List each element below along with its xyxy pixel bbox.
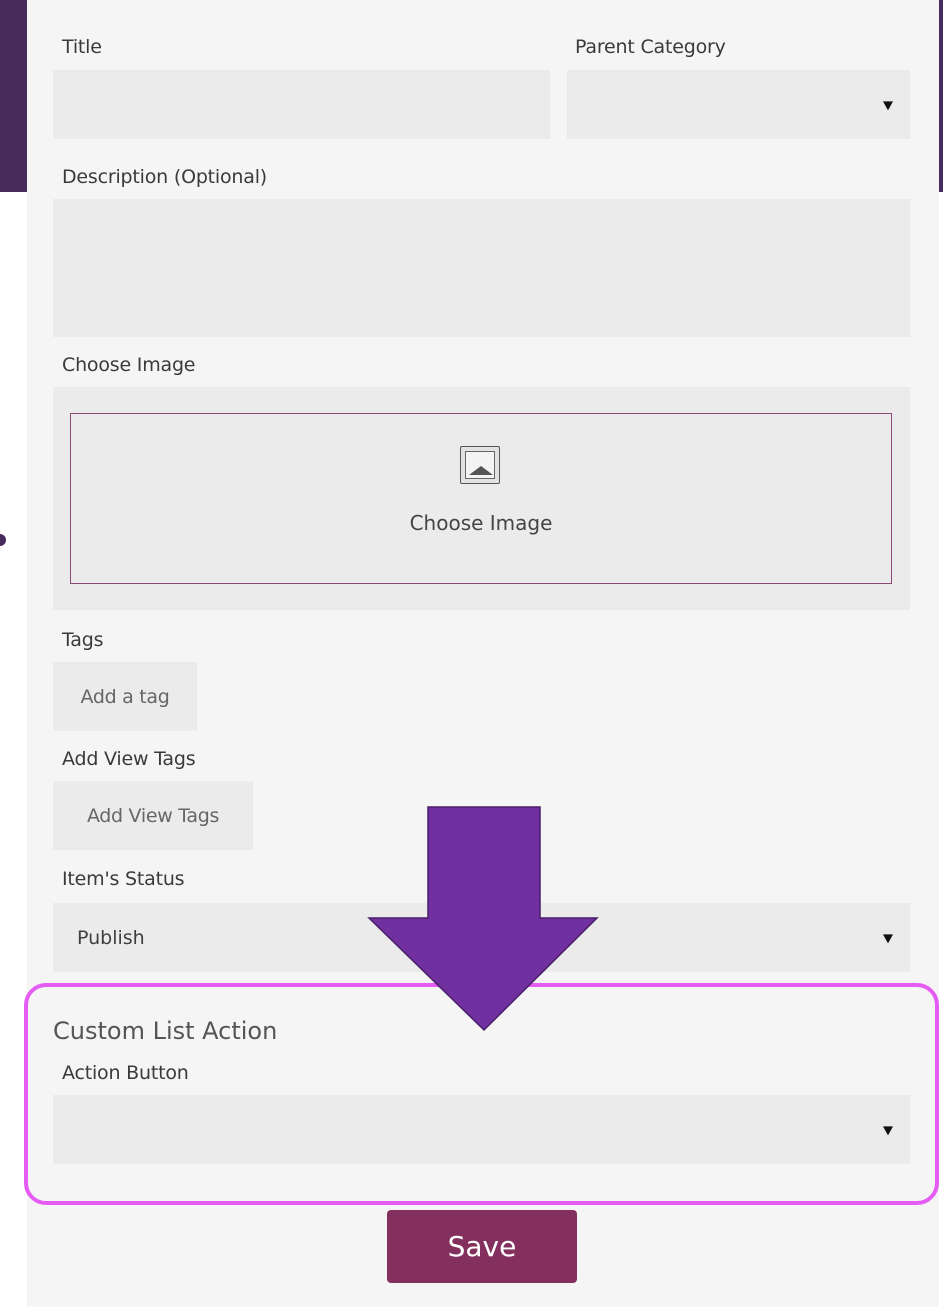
title-input[interactable] <box>53 70 550 139</box>
action-button-select[interactable] <box>53 1095 910 1164</box>
status-label: Item's Status <box>62 868 185 890</box>
add-view-tags-input[interactable]: Add View Tags <box>53 781 253 850</box>
title-label: Title <box>62 36 102 58</box>
save-button[interactable]: Save <box>387 1210 577 1283</box>
parent-category-select[interactable] <box>567 70 910 139</box>
description-label: Description (Optional) <box>62 166 268 188</box>
background-edge-dot <box>0 534 6 546</box>
status-value: Publish <box>77 926 145 949</box>
tags-label: Tags <box>62 629 104 651</box>
caret-down-icon <box>883 1125 893 1135</box>
choose-image-label: Choose Image <box>62 354 196 376</box>
action-button-label: Action Button <box>62 1062 189 1084</box>
description-textarea[interactable] <box>53 199 910 337</box>
choose-image-caption: Choose Image <box>409 511 553 535</box>
caret-down-icon <box>883 933 893 943</box>
custom-list-action-heading: Custom List Action <box>53 1017 278 1045</box>
parent-category-label: Parent Category <box>575 36 726 58</box>
add-tag-input[interactable]: Add a tag <box>53 662 197 731</box>
choose-image-button[interactable]: Choose Image <box>70 413 892 584</box>
caret-down-icon <box>883 100 893 110</box>
status-select[interactable]: Publish <box>53 903 910 972</box>
image-picker-area: Choose Image <box>53 387 910 610</box>
image-icon <box>460 446 500 484</box>
view-tags-label: Add View Tags <box>62 748 196 770</box>
